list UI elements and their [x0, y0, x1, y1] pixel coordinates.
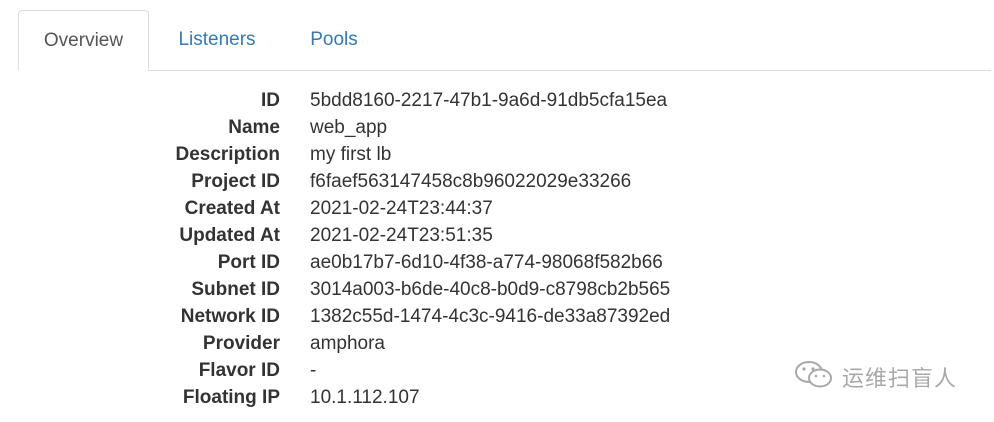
detail-label-updated-at: Updated At [179, 225, 280, 246]
detail-label-network-id: Network ID [180, 306, 280, 327]
detail-value-description: my first lb [310, 144, 392, 165]
detail-row-port-id: Port ID ae0b17b7-6d10-4f38-a774-98068f58… [0, 249, 760, 276]
detail-label-created-at: Created At [184, 198, 280, 219]
detail-label-subnet-id: Subnet ID [191, 279, 280, 300]
detail-value-id: 5bdd8160-2217-47b1-9a6d-91db5cfa15ea [310, 90, 668, 111]
detail-label-name: Name [228, 117, 280, 138]
detail-row-name: Name web_app [0, 114, 760, 141]
detail-row-floating-ip: Floating IP 10.1.112.107 [0, 384, 760, 411]
tab-bar: Overview Listeners Pools [18, 10, 991, 71]
detail-value-flavor-id: - [310, 360, 317, 381]
detail-value-subnet-id: 3014a003-b6de-40c8-b0d9-c8798cb2b565 [310, 279, 671, 300]
detail-label-project-id: Project ID [191, 171, 280, 192]
detail-row-provider: Provider amphora [0, 330, 760, 357]
watermark-text: 运维扫盲人 [842, 367, 958, 392]
detail-value-provider: amphora [310, 333, 385, 354]
detail-row-flavor-id: Flavor ID - [0, 357, 760, 384]
detail-label-description: Description [175, 144, 280, 165]
detail-row-updated-at: Updated At 2021-02-24T23:51:35 [0, 222, 760, 249]
detail-value-network-id: 1382c55d-1474-4c3c-9416-de33a87392ed [310, 306, 671, 327]
detail-value-updated-at: 2021-02-24T23:51:35 [310, 225, 493, 246]
detail-label-port-id: Port ID [217, 252, 280, 273]
tab-pools[interactable]: Pools [287, 10, 381, 70]
detail-row-id: ID 5bdd8160-2217-47b1-9a6d-91db5cfa15ea [0, 87, 760, 114]
detail-value-created-at: 2021-02-24T23:44:37 [310, 198, 493, 219]
watermark: 运维扫盲人 [794, 360, 957, 394]
tab-listeners[interactable]: Listeners [158, 10, 276, 70]
detail-row-subnet-id: Subnet ID 3014a003-b6de-40c8-b0d9-c8798c… [0, 276, 760, 303]
detail-row-project-id: Project ID f6faef563147458c8b96022029e33… [0, 168, 760, 195]
detail-row-description: Description my first lb [0, 141, 760, 168]
detail-label-provider: Provider [202, 333, 280, 354]
load-balancer-details: ID 5bdd8160-2217-47b1-9a6d-91db5cfa15ea … [0, 87, 760, 411]
detail-label-id: ID [261, 90, 280, 111]
detail-label-floating-ip: Floating IP [182, 387, 280, 408]
detail-value-floating-ip: 10.1.112.107 [310, 387, 420, 408]
detail-value-name: web_app [310, 117, 388, 138]
detail-value-port-id: ae0b17b7-6d10-4f38-a774-98068f582b66 [310, 252, 663, 273]
detail-label-flavor-id: Flavor ID [198, 360, 280, 381]
detail-row-network-id: Network ID 1382c55d-1474-4c3c-9416-de33a… [0, 303, 760, 330]
tab-overview[interactable]: Overview [18, 10, 149, 71]
detail-value-project-id: f6faef563147458c8b96022029e33266 [310, 171, 632, 192]
detail-row-created-at: Created At 2021-02-24T23:44:37 [0, 195, 760, 222]
wechat-icon [794, 360, 834, 395]
